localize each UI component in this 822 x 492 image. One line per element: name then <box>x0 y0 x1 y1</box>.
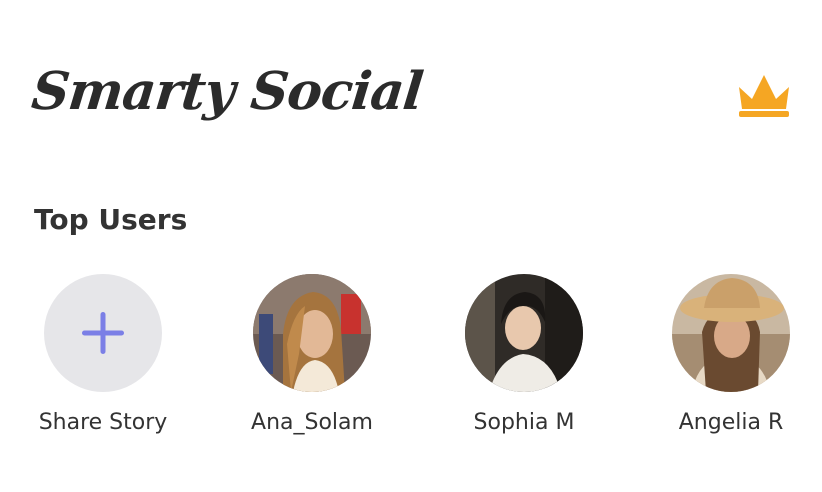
plus-icon <box>82 312 124 354</box>
avatar-photo <box>465 274 583 392</box>
story-label: Angelia R <box>678 410 784 435</box>
avatar[interactable] <box>253 274 371 392</box>
story-item[interactable]: Sophia M <box>444 270 604 450</box>
app-header: Smarty Social <box>0 0 822 170</box>
section-title: Top Users <box>34 203 188 236</box>
story-item[interactable]: Ana_Solam <box>232 270 392 450</box>
crown-icon <box>739 75 789 117</box>
avatar-photo <box>672 274 790 392</box>
story-label: Sophia M <box>473 410 575 435</box>
avatar-photo <box>253 274 371 392</box>
share-story-circle[interactable] <box>44 274 162 392</box>
share-story-button[interactable]: Share Story <box>23 270 183 450</box>
story-label: Share Story <box>38 410 168 435</box>
brand-logo: Smarty Social <box>28 61 426 122</box>
avatar[interactable] <box>672 274 790 392</box>
avatar[interactable] <box>465 274 583 392</box>
story-item[interactable]: Angelia R <box>651 270 811 450</box>
stories-row: Share Story Ana_Solam Sophia M Angelia R <box>0 270 822 450</box>
story-label: Ana_Solam <box>251 410 373 435</box>
premium-button[interactable] <box>732 68 796 124</box>
